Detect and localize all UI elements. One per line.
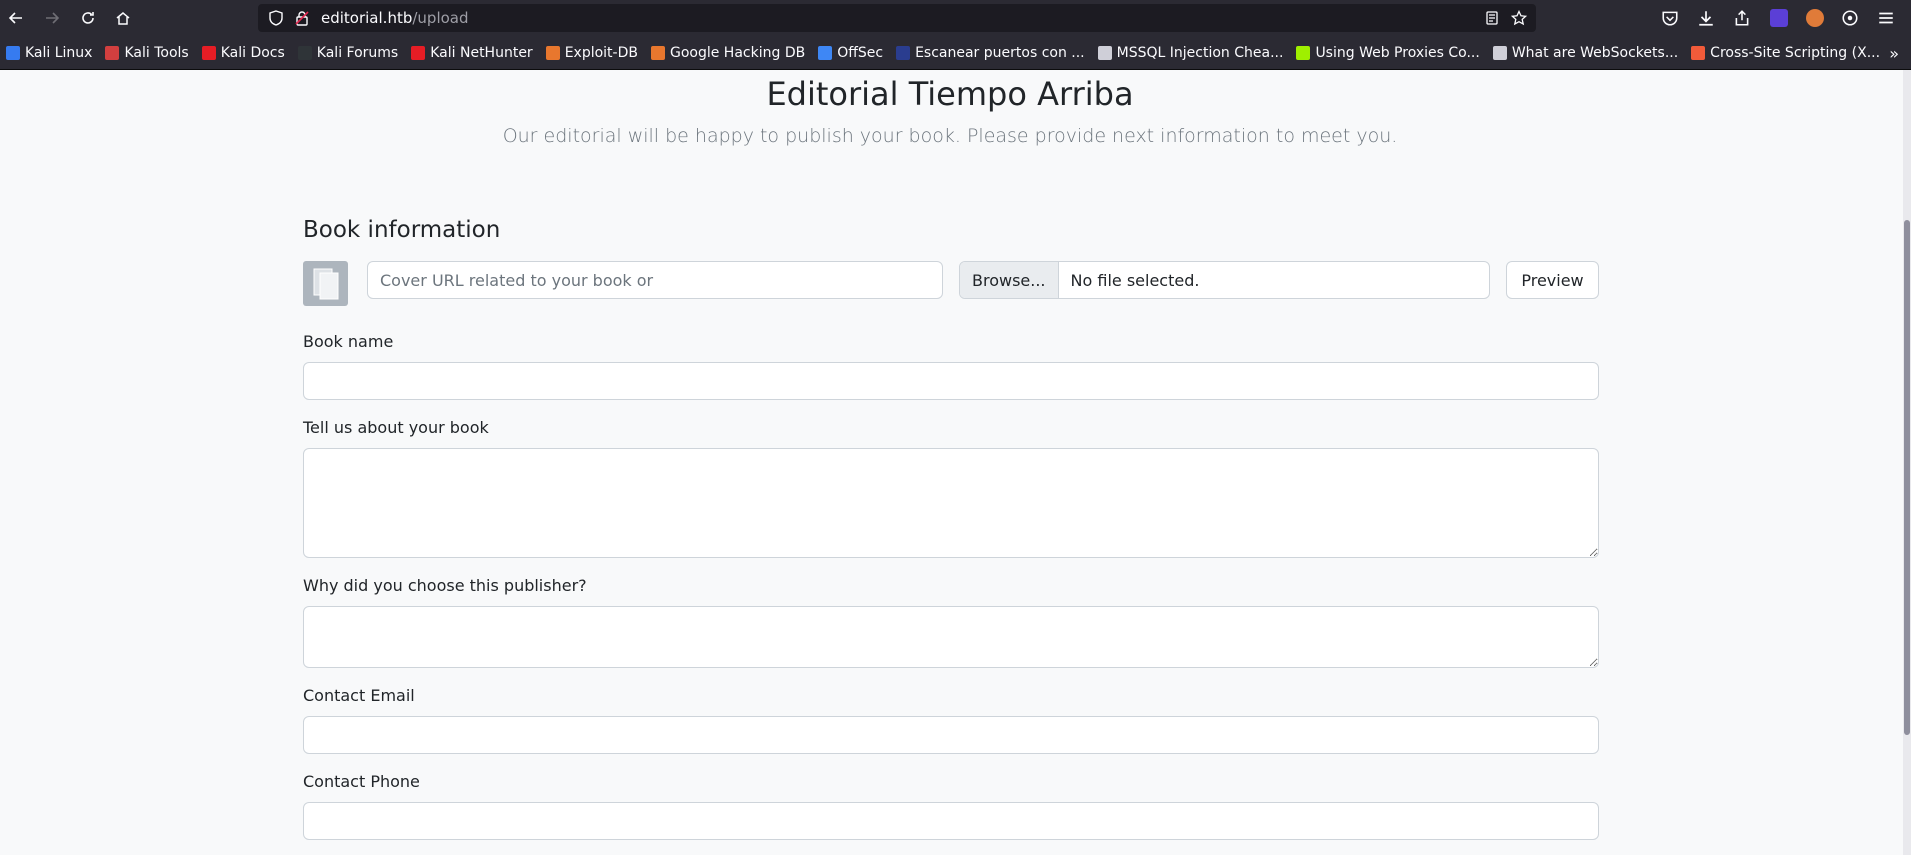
bookmark-favicon-icon xyxy=(411,46,426,60)
bookmark-item[interactable]: Google Hacking DB xyxy=(650,41,806,65)
menu-icon[interactable] xyxy=(1877,9,1895,27)
contact-phone-label: Contact Phone xyxy=(303,772,420,791)
url-bar[interactable]: editorial.htb/upload xyxy=(258,4,1536,32)
bookmark-favicon-icon xyxy=(818,46,833,60)
bookmark-star-icon[interactable] xyxy=(1511,10,1527,26)
page-subtitle: Our editorial will be happy to publish y… xyxy=(502,125,1398,147)
forward-button[interactable] xyxy=(38,4,66,32)
scrollbar-thumb[interactable] xyxy=(1904,220,1910,735)
bookmark-label: Using Web Proxies Co... xyxy=(1315,45,1480,61)
extension-badge-icon[interactable] xyxy=(1770,9,1788,27)
why-publisher-label: Why did you choose this publisher? xyxy=(303,576,587,595)
preview-button[interactable]: Preview xyxy=(1506,261,1599,299)
arrow-right-icon xyxy=(46,12,60,24)
bookmark-label: MSSQL Injection Chea... xyxy=(1116,45,1284,61)
cover-url-input[interactable] xyxy=(367,261,943,299)
bookmark-favicon-icon xyxy=(1097,46,1112,60)
bookmark-favicon-icon xyxy=(896,46,911,60)
bookmark-label: Kali Linux xyxy=(25,45,93,61)
url-host: editorial.htb xyxy=(321,9,413,27)
bookmark-favicon-icon xyxy=(545,46,560,60)
bookmark-item[interactable]: Kali Linux xyxy=(6,41,92,65)
arrow-left-icon xyxy=(8,12,22,24)
bookmark-label: What are WebSockets... xyxy=(1511,45,1679,61)
bookmark-label: Kali NetHunter xyxy=(430,45,533,61)
bookmark-item[interactable]: Escanear puertos con ... xyxy=(896,41,1085,65)
browser-toolbar: editorial.htb/upload xyxy=(0,0,1911,37)
bookmark-favicon-icon xyxy=(1691,46,1706,60)
book-name-input[interactable] xyxy=(303,362,1599,400)
bookmark-item[interactable]: Using Web Proxies Co... xyxy=(1296,41,1480,65)
bookmarks-bar: Kali Linux Kali Tools Kali Docs Kali Forums… xyxy=(0,37,1911,70)
bookmark-label: Google Hacking DB xyxy=(669,45,806,61)
bookmark-item[interactable]: Cross-Site Scripting (X... xyxy=(1691,41,1880,65)
download-icon[interactable] xyxy=(1697,9,1715,27)
bookmark-item[interactable]: Exploit-DB xyxy=(545,41,638,65)
bookmark-item[interactable]: Kali Tools xyxy=(105,41,189,65)
bookmark-item[interactable]: OffSec xyxy=(818,41,883,65)
book-icon xyxy=(313,268,338,299)
bookmark-label: OffSec xyxy=(837,45,884,61)
bookmark-item[interactable]: Kali NetHunter xyxy=(411,41,533,65)
insecure-lock-icon[interactable] xyxy=(294,10,310,26)
bookmark-item[interactable]: Kali Forums xyxy=(297,41,399,65)
file-status: No file selected. xyxy=(1070,270,1200,290)
bookmark-label: Exploit-DB xyxy=(564,45,638,61)
bookmark-favicon-icon xyxy=(201,46,216,60)
bookmark-favicon-icon xyxy=(1492,46,1507,60)
cover-file-input[interactable]: Browse... No file selected. xyxy=(959,261,1490,299)
bookmark-label: Kali Forums xyxy=(316,45,399,61)
page-scrollbar[interactable] xyxy=(1903,70,1911,855)
reload-button[interactable] xyxy=(74,4,102,32)
url-text[interactable]: editorial.htb/upload xyxy=(321,9,469,27)
bookmark-favicon-icon xyxy=(1296,46,1311,60)
about-book-textarea[interactable] xyxy=(303,448,1599,558)
why-publisher-textarea[interactable] xyxy=(303,606,1599,668)
bookmark-favicon-icon xyxy=(6,46,20,60)
bookmark-favicon-icon xyxy=(105,46,120,60)
bookmark-label: Escanear puertos con ... xyxy=(915,45,1085,61)
book-name-label: Book name xyxy=(303,332,394,351)
about-book-label: Tell us about your book xyxy=(303,418,489,437)
browse-button[interactable]: Browse... xyxy=(960,262,1059,298)
contact-phone-input[interactable] xyxy=(303,802,1599,840)
home-button[interactable] xyxy=(109,4,137,32)
pocket-icon[interactable] xyxy=(1661,9,1679,27)
home-icon xyxy=(116,12,130,25)
bookmark-favicon-icon xyxy=(297,46,312,60)
bookmark-label: Kali Tools xyxy=(124,45,189,61)
extension-puzzle-icon[interactable] xyxy=(1841,9,1859,27)
contact-email-label: Contact Email xyxy=(303,686,415,705)
back-button[interactable] xyxy=(2,4,30,32)
bookmark-item[interactable]: What are WebSockets... xyxy=(1492,41,1679,65)
page-content: Editorial Tiempo Arriba Our editorial wi… xyxy=(0,70,1911,855)
reader-view-icon[interactable] xyxy=(1484,10,1500,26)
share-icon[interactable] xyxy=(1733,9,1751,27)
bookmark-label: Cross-Site Scripting (X... xyxy=(1710,45,1881,61)
bookmark-favicon-icon xyxy=(650,46,665,60)
shield-icon[interactable] xyxy=(268,10,284,26)
contact-email-input[interactable] xyxy=(303,716,1599,754)
bookmarks-overflow-icon[interactable]: » xyxy=(1889,44,1899,63)
page-title: Editorial Tiempo Arriba xyxy=(766,75,1134,113)
url-path: /upload xyxy=(412,9,469,27)
extension-icon[interactable] xyxy=(1806,9,1824,27)
cover-image-placeholder xyxy=(303,261,348,306)
bookmark-label: Kali Docs xyxy=(220,45,285,61)
bookmark-item[interactable]: Kali Docs xyxy=(201,41,285,65)
bookmark-item[interactable]: MSSQL Injection Chea... xyxy=(1097,41,1284,65)
reload-icon xyxy=(82,12,94,24)
section-title: Book information xyxy=(303,217,501,243)
